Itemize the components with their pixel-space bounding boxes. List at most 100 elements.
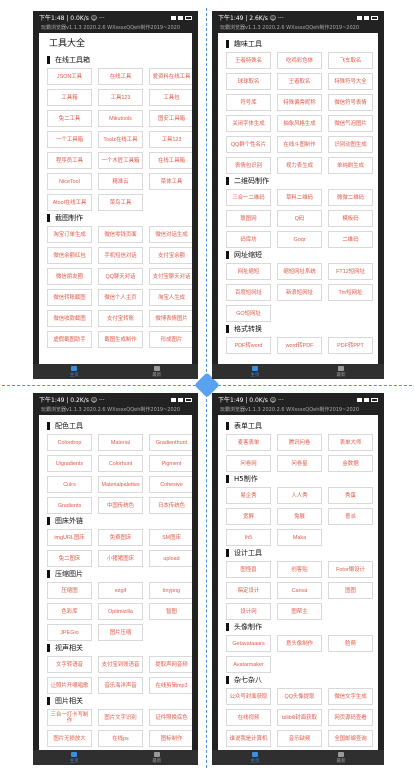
tool-button[interactable]: 提取声网音频	[149, 656, 192, 673]
tool-button[interactable]: 一个木匠工具箱	[98, 152, 143, 169]
tool-button[interactable]: 脸萌	[328, 635, 373, 652]
tool-button[interactable]: 菜鸟工具	[98, 194, 143, 211]
tool-button[interactable]: 创客贴	[277, 561, 322, 578]
tool-button[interactable]: Gradients	[47, 497, 92, 514]
tool-button[interactable]: bilibili封面获取	[277, 709, 322, 726]
tool-button[interactable]: 菜体工具	[149, 173, 192, 190]
tool-button[interactable]: upload	[149, 550, 192, 567]
tool-button[interactable]: Material	[98, 434, 143, 451]
tool-button[interactable]: Gradienthunt	[149, 434, 192, 451]
tool-button[interactable]: 问卷网	[226, 455, 271, 472]
tool-button[interactable]: SM图床	[149, 529, 192, 546]
tool-button[interactable]: 支付宝余额	[149, 247, 192, 264]
tool-button[interactable]: Getavataaars	[226, 635, 271, 652]
tool-button[interactable]: 人人秀	[277, 487, 322, 504]
tool-button[interactable]: 百度短网址	[226, 284, 271, 301]
tool-button[interactable]: JPEGio	[47, 624, 92, 641]
tool-button[interactable]: 微信个人主页	[98, 289, 143, 306]
tool-button[interactable]: Cohesive	[149, 476, 192, 493]
tool-button[interactable]: Toolz在线工具	[98, 131, 143, 148]
tool-button[interactable]: 缩短网址系统	[277, 263, 322, 280]
tool-button[interactable]: imgURL图床	[47, 529, 92, 546]
tool-button[interactable]: 支付宝聊天对话	[149, 268, 192, 285]
tool-button[interactable]: 问卷星	[277, 455, 322, 472]
tool-button[interactable]: 图片压缩	[98, 624, 143, 641]
tool-button[interactable]: 设计网	[226, 603, 271, 620]
tool-button[interactable]: 支付宝转账	[98, 310, 143, 327]
tool-button[interactable]: 意派	[328, 508, 373, 525]
nav-latest[interactable]: 最新	[152, 365, 161, 378]
tool-button[interactable]: 草料二维码	[277, 189, 322, 206]
tool-button[interactable]: 微微二维码	[328, 189, 373, 206]
tool-button[interactable]: 识别动图生成	[328, 136, 373, 153]
tool-button[interactable]: 视力表生成	[277, 157, 322, 174]
tool-button[interactable]: 一个工具箱	[47, 131, 92, 148]
tool-button[interactable]: 谁说我是计算机	[226, 730, 271, 747]
tool-button[interactable]: 小猪猪图床	[98, 550, 143, 567]
tool-button[interactable]: Tm短网址	[328, 284, 373, 301]
tool-button[interactable]: 王者特殊名	[226, 52, 271, 69]
tool-button[interactable]: 抽象风格生成	[277, 115, 322, 132]
tool-button[interactable]: 兔二图床	[47, 550, 92, 567]
nav-home[interactable]: 主页	[251, 365, 260, 378]
tool-button[interactable]: 码库坊	[226, 231, 271, 248]
tool-button[interactable]: 微信气泡图片	[328, 115, 373, 132]
tool-button[interactable]: 关闭字体生成	[226, 115, 271, 132]
tool-button[interactable]: Mikutools	[98, 110, 143, 127]
tool-button[interactable]: 公众号封面获取	[226, 688, 271, 705]
tool-button[interactable]: 球球取名	[226, 73, 271, 90]
tool-button[interactable]: 图片文字识别	[98, 709, 143, 726]
nav-home[interactable]: 主页	[251, 751, 260, 764]
tool-button[interactable]: 证件照换底色	[149, 709, 192, 726]
tool-button[interactable]: 音乐缺频	[277, 730, 322, 747]
tool-button[interactable]: 微信符号表情	[328, 94, 373, 111]
tool-button[interactable]: 压缩图	[47, 582, 92, 599]
tool-button[interactable]: Avatarmaker	[226, 656, 271, 673]
tool-button[interactable]: 微信文字生成	[328, 688, 373, 705]
tool-button[interactable]: 图帮主	[277, 603, 322, 620]
tool-button[interactable]: 文字转语音	[47, 656, 92, 673]
tool-button[interactable]: 工具123	[98, 89, 143, 106]
tool-button[interactable]: 符号库	[226, 94, 271, 111]
tool-button[interactable]: 意头像制作	[277, 635, 322, 652]
tool-button[interactable]: 在线剪辑mp3	[149, 677, 192, 694]
tool-button[interactable]: 图怪兽	[226, 561, 271, 578]
tool-button[interactable]: 新浪短网址	[277, 284, 322, 301]
tool-button[interactable]: Goqr	[277, 231, 322, 248]
tool-button[interactable]: Fotor懒设计	[328, 561, 373, 578]
tool-button[interactable]: 工具箱	[47, 89, 92, 106]
tool-button[interactable]: Culrs	[47, 476, 92, 493]
tool-button[interactable]: Maka	[277, 529, 322, 546]
tool-button[interactable]: 工具123	[149, 131, 192, 148]
tool-button[interactable]: 微信余额红包	[47, 247, 92, 264]
tool-button[interactable]: QQ头像提取	[277, 688, 322, 705]
tool-button[interactable]: 三合一二维码	[226, 189, 271, 206]
tool-button[interactable]: tinypng	[149, 582, 192, 599]
tool-button[interactable]: Q码	[277, 210, 322, 227]
tool-button[interactable]: 在线视频	[226, 709, 271, 726]
tool-button[interactable]: 二维码	[328, 231, 373, 248]
tool-button[interactable]: word转PDF	[277, 337, 322, 354]
tool-button[interactable]: 微信对话生成	[149, 226, 192, 243]
tool-button[interactable]: 王者取名	[277, 73, 322, 90]
tool-button[interactable]: 支付宝到账语音	[98, 656, 143, 673]
tool-button[interactable]: 程序员工具	[47, 152, 92, 169]
tool-button[interactable]: 单纯刷生成	[328, 157, 373, 174]
tool-button[interactable]: 飞车取名	[328, 52, 373, 69]
tool-button[interactable]: NiceTool	[47, 173, 92, 190]
tool-button[interactable]: 微信收款截图	[47, 310, 92, 327]
tool-button[interactable]: 形成图片	[149, 331, 192, 348]
tool-button[interactable]: 图图	[328, 582, 373, 599]
tool-button[interactable]: 智图	[149, 603, 192, 620]
tool-button[interactable]: Atool在线工具	[47, 194, 92, 211]
tool-button[interactable]: 淘宝人生成	[149, 289, 192, 306]
tool-button[interactable]: 在线工具	[98, 68, 143, 85]
tool-button[interactable]: 精准云	[98, 173, 143, 190]
tool-button[interactable]: Canva	[277, 582, 322, 599]
tool-button[interactable]: 兔展	[277, 508, 322, 525]
tool-button[interactable]: 金数据	[328, 455, 373, 472]
tool-button[interactable]: 微信转账截图	[47, 289, 92, 306]
tool-button[interactable]: Pigment	[149, 455, 192, 472]
tool-button[interactable]: JSON工具	[47, 68, 92, 85]
nav-latest[interactable]: 最新	[337, 365, 346, 378]
